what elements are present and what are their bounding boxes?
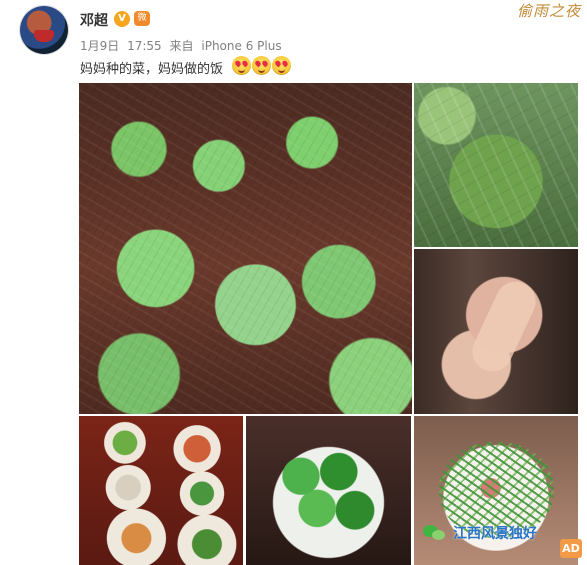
photo-greens-plate[interactable] (246, 416, 411, 565)
photo-leaf[interactable] (414, 83, 578, 247)
heart-eyes-emoji-icon (252, 56, 271, 75)
watermark: 江西风景独好 (423, 523, 537, 543)
emoji-group (232, 56, 291, 75)
post-text: 妈妈种的菜，妈妈做的饭 (80, 62, 224, 77)
photo-hands[interactable] (414, 249, 578, 414)
wechat-icon (423, 523, 447, 543)
watermark-text: 江西风景独好 (453, 526, 537, 542)
post-source[interactable]: iPhone 6 Plus (201, 39, 281, 53)
post-meta: 1月9日 17:55 来自 iPhone 6 Plus (80, 37, 286, 54)
post-date[interactable]: 1月9日 (80, 39, 119, 53)
photo-dishes-table[interactable] (79, 416, 243, 565)
author-name[interactable]: 邓超 (80, 10, 108, 30)
photo-garden[interactable] (79, 83, 412, 414)
member-icon[interactable]: 微 (134, 11, 150, 26)
logo-mark: 偷雨之夜 (516, 2, 581, 20)
corner-mark: AD (560, 539, 582, 558)
author-avatar[interactable] (20, 6, 68, 54)
heart-eyes-emoji-icon (232, 56, 251, 75)
vip-badge[interactable]: V (114, 11, 130, 27)
post-time[interactable]: 17:55 (127, 39, 162, 53)
heart-eyes-emoji-icon (272, 56, 291, 75)
post-source-prefix: 来自 (169, 39, 194, 53)
